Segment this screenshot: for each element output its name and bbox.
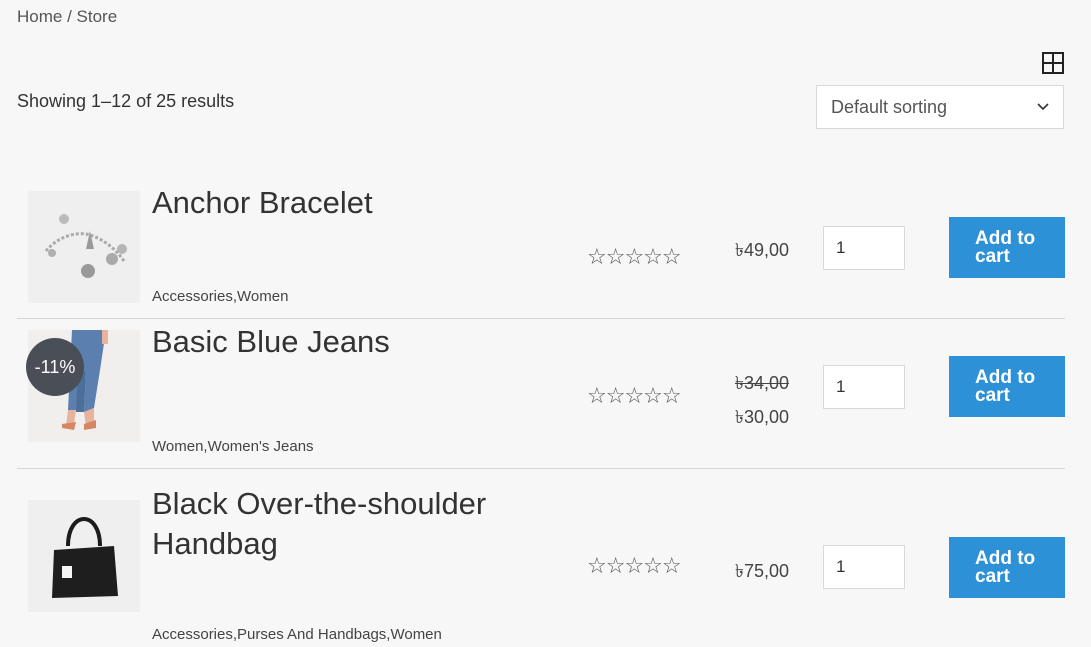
star-rating: ☆☆☆☆☆ bbox=[587, 244, 682, 269]
quantity-input[interactable]: 1 bbox=[823, 365, 905, 409]
add-to-cart-button[interactable]: Add to cart bbox=[949, 217, 1065, 278]
quantity-input[interactable]: 1 bbox=[823, 545, 905, 589]
result-count: Showing 1–12 of 25 results bbox=[17, 91, 235, 111]
product-title[interactable]: Basic Blue Jeans bbox=[152, 322, 542, 362]
add-to-cart-button[interactable]: Add to cart bbox=[949, 537, 1065, 598]
product-title[interactable]: Black Over-the-shoulder Handbag bbox=[152, 484, 542, 564]
sale-badge: -11% bbox=[26, 338, 84, 396]
star-rating: ☆☆☆☆☆ bbox=[587, 553, 682, 578]
sorting-selected-label: Default sorting bbox=[831, 96, 948, 117]
grid-view-icon[interactable] bbox=[1041, 51, 1065, 75]
product-title[interactable]: Anchor Bracelet bbox=[152, 183, 542, 223]
product-old-price: ৳34,00 bbox=[735, 373, 790, 393]
product-row: Black Over-the-shoulder Handbag Accessor… bbox=[17, 486, 1065, 647]
add-to-cart-button[interactable]: Add to cart bbox=[949, 356, 1065, 417]
breadcrumb[interactable]: Home / Store bbox=[17, 7, 117, 27]
product-price: ৳30,00 bbox=[735, 407, 790, 427]
star-rating: ☆☆☆☆☆ bbox=[587, 383, 682, 408]
product-price: ৳49,00 bbox=[735, 240, 790, 260]
sorting-select[interactable]: Default sorting bbox=[816, 85, 1064, 129]
product-row: -11% Basic Blue Jeans Women,Women's Jean… bbox=[17, 319, 1065, 469]
quantity-input[interactable]: 1 bbox=[823, 226, 905, 270]
product-price: ৳75,00 bbox=[735, 561, 790, 581]
product-categories[interactable]: Accessories,Women bbox=[152, 288, 288, 305]
product-image-anchor-bracelet[interactable] bbox=[28, 191, 140, 303]
product-image-black-handbag[interactable] bbox=[28, 500, 140, 612]
product-row: Anchor Bracelet Accessories,Women ☆☆☆☆☆ … bbox=[17, 180, 1065, 319]
chevron-down-icon bbox=[1037, 100, 1049, 114]
product-categories[interactable]: Accessories,Purses And Handbags,Women bbox=[152, 626, 442, 643]
product-categories[interactable]: Women,Women's Jeans bbox=[152, 438, 314, 455]
